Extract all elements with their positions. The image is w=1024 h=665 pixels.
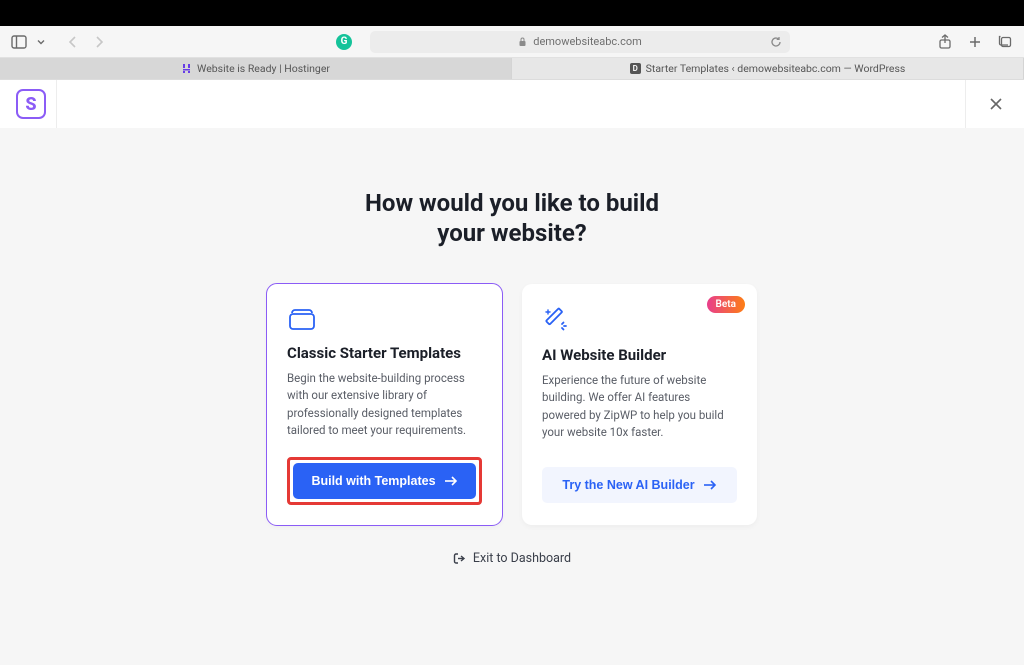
address-bar[interactable]: demowebsiteabc.com [370, 31, 790, 53]
refresh-icon[interactable] [770, 36, 782, 48]
button-label: Try the New AI Builder [562, 478, 694, 492]
page-heading: How would you like to build your website… [0, 188, 1024, 248]
magic-wand-icon [542, 306, 737, 334]
heading-line: How would you like to build [365, 189, 659, 217]
window-top-blackbar [0, 0, 1024, 26]
card-ai-builder[interactable]: Beta AI Website Builder Experience the f… [522, 284, 757, 525]
browser-tab-label: Starter Templates ‹ demowebsiteabc.com —… [646, 62, 906, 75]
arrow-right-icon [444, 475, 458, 487]
card-row: Classic Starter Templates Begin the webs… [0, 284, 1024, 525]
header-divider-right [965, 80, 966, 128]
close-button[interactable] [988, 96, 1004, 112]
build-with-templates-button[interactable]: Build with Templates [293, 463, 476, 499]
card-description: Experience the future of website buildin… [542, 372, 737, 441]
favicon-starter-templates-icon: D [630, 63, 641, 74]
try-ai-builder-button[interactable]: Try the New AI Builder [542, 467, 737, 503]
grammarly-icon[interactable]: G [336, 34, 352, 50]
exit-label: Exit to Dashboard [473, 551, 571, 566]
browser-tab-label: Website is Ready | Hostinger [197, 62, 330, 75]
app-logo[interactable]: S [16, 89, 46, 119]
beta-badge: Beta [707, 296, 745, 313]
tab-overview-icon[interactable] [996, 33, 1014, 51]
exit-row: Exit to Dashboard [0, 551, 1024, 566]
share-icon[interactable] [936, 33, 954, 51]
browser-tab[interactable]: Website is Ready | Hostinger [0, 58, 512, 79]
address-text: demowebsiteabc.com [533, 35, 642, 48]
sidebar-toggle-icon[interactable] [10, 33, 28, 51]
browser-toolbar: G demowebsiteabc.com [0, 26, 1024, 58]
browser-tabstrip: Website is Ready | Hostinger D Starter T… [0, 58, 1024, 80]
header-divider [56, 80, 57, 128]
arrow-right-icon [703, 479, 717, 491]
box-stack-icon [287, 306, 482, 332]
new-tab-icon[interactable] [966, 33, 984, 51]
chevron-down-icon[interactable] [36, 33, 46, 51]
nav-back-button[interactable] [64, 33, 82, 51]
heading-line: your website? [437, 219, 586, 247]
app-header: S [0, 80, 1024, 128]
nav-forward-button[interactable] [90, 33, 108, 51]
lock-icon [518, 37, 527, 47]
cta-highlight-frame: Build with Templates [287, 457, 482, 505]
exit-to-dashboard-link[interactable]: Exit to Dashboard [453, 551, 571, 566]
app-logo-letter: S [25, 94, 36, 115]
exit-icon [453, 552, 466, 565]
favicon-hostinger-icon [181, 63, 192, 74]
main-stage: How would you like to build your website… [0, 128, 1024, 665]
card-classic-templates[interactable]: Classic Starter Templates Begin the webs… [267, 284, 502, 525]
card-title: Classic Starter Templates [287, 344, 482, 362]
card-title: AI Website Builder [542, 346, 737, 364]
button-label: Build with Templates [311, 474, 435, 488]
browser-tab[interactable]: D Starter Templates ‹ demowebsiteabc.com… [512, 58, 1024, 79]
card-description: Begin the website-building process with … [287, 370, 482, 439]
